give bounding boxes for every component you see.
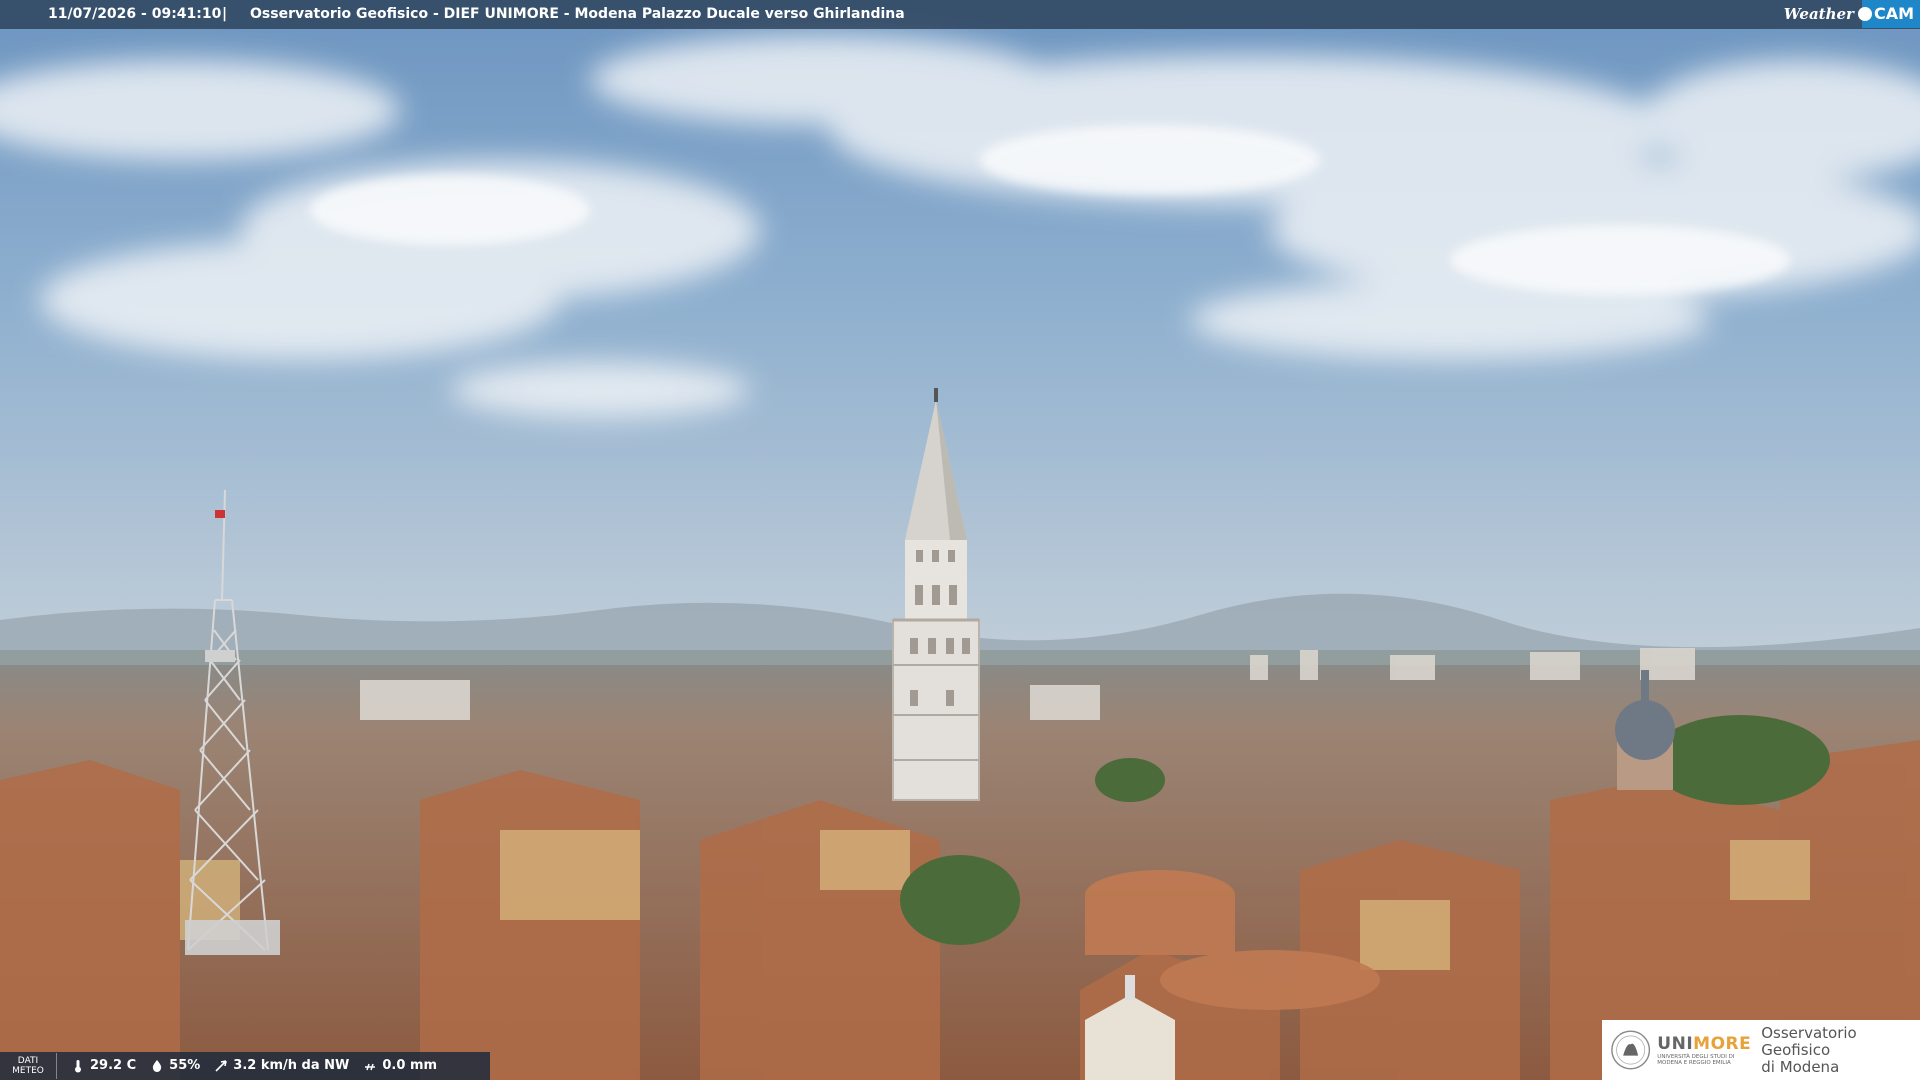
wind-reading: 3.2 km/h da NW — [214, 1052, 349, 1080]
humidity-reading: 55% — [150, 1052, 200, 1080]
observatory-line-1: Osservatorio Geofisico — [1761, 1023, 1857, 1059]
rain-reading: 0.0 mm — [363, 1052, 437, 1080]
wind-icon — [215, 1060, 228, 1072]
weather-data-bar: DATI METEO 29.2 C 55% 3.2 km/h da NW 0.0… — [0, 1052, 490, 1080]
weathercam-logo: Weather CAM — [1778, 0, 1920, 28]
thermometer-icon — [75, 1060, 81, 1073]
webcam-scene — [0, 0, 1920, 1080]
rain-icon — [365, 1063, 376, 1071]
university-seal-icon — [1611, 1030, 1651, 1070]
weathercam-dot-icon — [1857, 7, 1872, 21]
weather-data-label: DATI METEO — [0, 1053, 57, 1079]
unimore-subtitle-2: MODENA E REGGIO EMILIA — [1657, 1060, 1731, 1066]
unimore-name: UNIMORE — [1657, 1034, 1752, 1054]
timestamp: 11/07/2026 - 09:41:10 — [48, 6, 222, 22]
observatory-name: Osservatorio Geofisico di Modena — [1761, 1023, 1920, 1076]
unimore-brand: UNIMORE UNIVERSITÀ DEGLI STUDI DI MODENA… — [1657, 1034, 1751, 1066]
humidity-drop-icon — [152, 1060, 162, 1072]
top-info-bar: 11/07/2026 - 09:41:10 | Osservatorio Geo… — [0, 0, 1920, 29]
camera-title: Osservatorio Geofisico - DIEF UNIMORE - … — [250, 6, 905, 22]
observatory-line-2: di Modena — [1761, 1057, 1840, 1076]
unimore-observatory-logo: UNIMORE UNIVERSITÀ DEGLI STUDI DI MODENA… — [1602, 1020, 1920, 1080]
separator: | — [222, 6, 228, 22]
weathercam-word: Weather — [1783, 4, 1854, 23]
temperature-reading: 29.2 C — [71, 1052, 136, 1080]
